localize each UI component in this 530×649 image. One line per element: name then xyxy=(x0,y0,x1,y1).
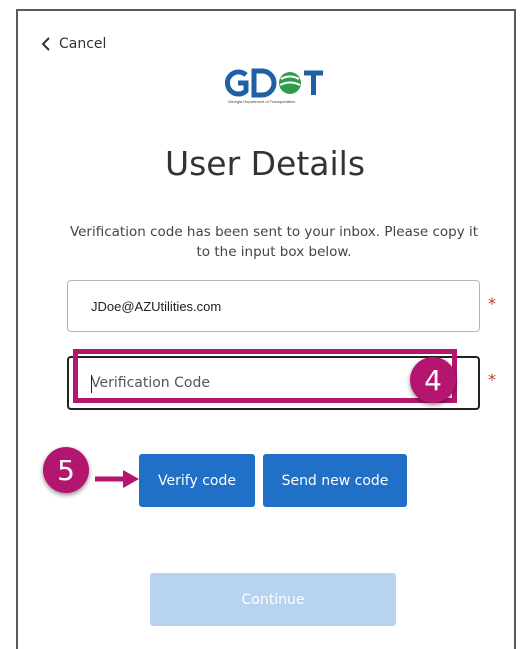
step-4-highlight-box xyxy=(73,349,457,403)
cancel-label: Cancel xyxy=(59,36,107,52)
email-required-marker: * xyxy=(488,294,496,313)
verify-code-button[interactable]: Verify code xyxy=(139,454,255,507)
email-field[interactable]: JDoe@AZUtilities.com xyxy=(67,280,480,332)
logo-mark-icon xyxy=(225,68,323,98)
page-title: User Details xyxy=(164,144,366,183)
arrow-right-icon xyxy=(95,470,139,488)
chevron-left-icon xyxy=(41,37,50,51)
logo-subtitle: Georgia Department of Transportation xyxy=(228,99,296,104)
cancel-link[interactable]: Cancel xyxy=(41,36,106,52)
instructions-text: Verification code has been sent to your … xyxy=(69,224,479,260)
step-4-badge: 4 xyxy=(410,357,456,403)
send-new-code-button[interactable]: Send new code xyxy=(263,454,407,507)
gdot-logo: Georgia Department of Transportation xyxy=(224,66,324,106)
step-5-badge: 5 xyxy=(43,447,89,493)
continue-button[interactable]: Continue xyxy=(150,573,396,626)
code-required-marker: * xyxy=(488,370,496,389)
